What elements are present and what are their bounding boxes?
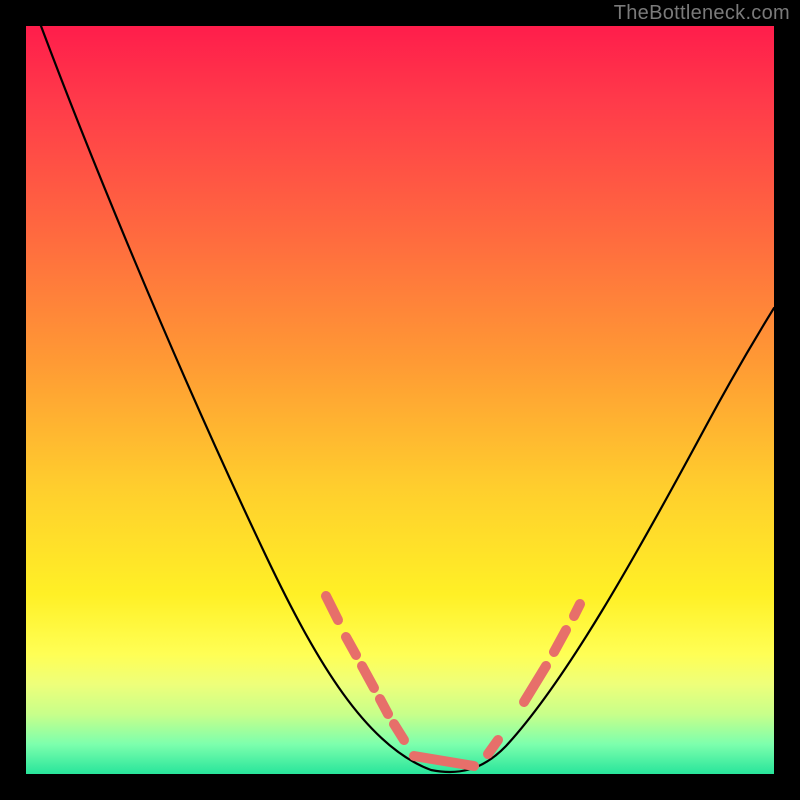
marker-cluster-left-1: [326, 596, 338, 620]
marker-cluster-left-2: [346, 637, 356, 655]
plot-area: [26, 26, 774, 774]
marker-cluster-right-3: [554, 630, 566, 652]
marker-cluster-left-4: [380, 699, 388, 714]
bottleneck-curve: [26, 26, 774, 774]
watermark-text: TheBottleneck.com: [614, 2, 790, 25]
marker-cluster-right-2: [524, 666, 546, 702]
marker-cluster-right-4: [574, 604, 580, 616]
marker-cluster-left-3: [362, 666, 374, 688]
marker-cluster-right-1: [488, 740, 498, 754]
curve-path: [41, 26, 774, 772]
marker-cluster-bottom: [414, 756, 474, 766]
chart-frame: TheBottleneck.com: [0, 0, 800, 800]
marker-cluster-left-5: [394, 724, 404, 740]
